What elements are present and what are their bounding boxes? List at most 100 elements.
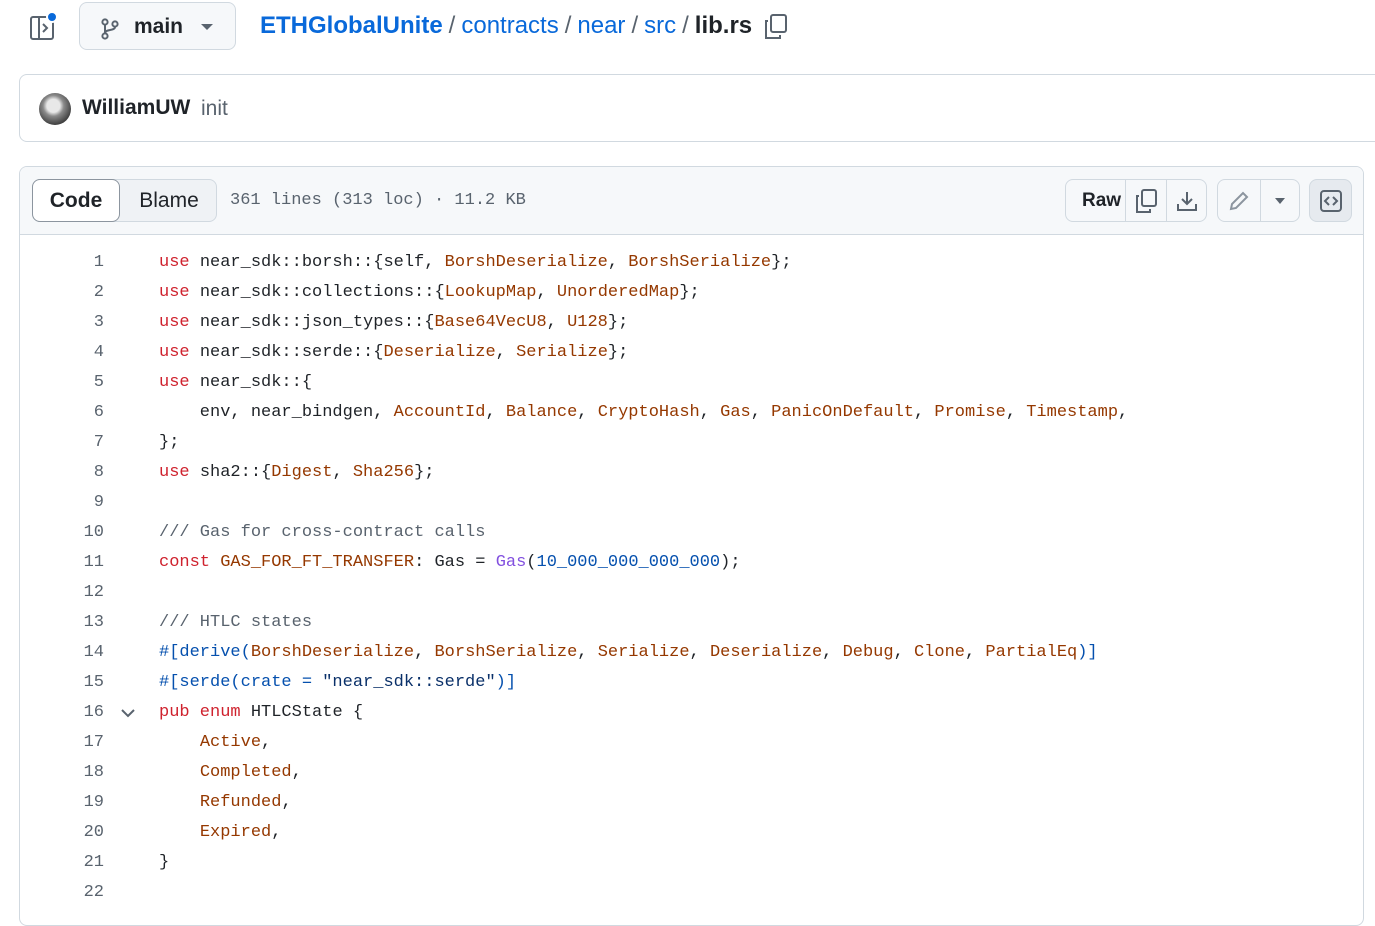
line-content: use sha2::{Digest, Sha256}; [159,458,434,488]
line-number[interactable]: 15 [64,668,104,698]
code-token: } [159,853,170,872]
code-token: BorshDeserialize [444,253,608,272]
code-line: 6 env, near_bindgen, AccountId, Balance,… [20,398,1363,428]
branch-selector-button[interactable]: main [79,2,236,50]
code-token: , [261,733,272,752]
line-number[interactable]: 1 [64,248,104,278]
code-token: , [893,643,914,662]
line-number[interactable]: 4 [64,338,104,368]
code-token: UnorderedMap [556,283,680,302]
code-token: , [332,463,353,482]
line-content: use near_sdk::collections::{LookupMap, U… [159,278,700,308]
line-content: /// Gas for cross-contract calls [159,518,485,548]
line-number[interactable]: 12 [64,578,104,608]
code-token: }; [159,433,180,452]
code-token: Timestamp [1026,403,1119,422]
code-token: , [689,643,710,662]
code-token: near_sdk::{ [199,373,313,392]
tab-blame[interactable]: Blame [121,180,217,221]
line-content: #[serde(crate = "near_sdk::serde")] [159,668,516,698]
line-number[interactable]: 14 [64,638,104,668]
code-token: Debug [842,643,894,662]
sidebar-toggle-button[interactable] [28,11,60,42]
breadcrumb-link-src[interactable]: src [644,12,676,39]
line-number[interactable]: 7 [64,428,104,458]
line-number[interactable]: 10 [64,518,104,548]
line-number[interactable]: 3 [64,308,104,338]
line-number[interactable]: 22 [64,878,104,908]
code-token: , [485,403,506,422]
line-content: use near_sdk::serde::{Deserialize, Seria… [159,338,628,368]
line-number[interactable]: 19 [64,788,104,818]
file-header: Code Blame 361 lines (313 loc) · 11.2 KB… [20,167,1363,235]
code-token: , [822,643,843,662]
code-token: }; [607,313,629,332]
copy-icon [1136,188,1157,213]
download-button[interactable] [1166,180,1206,221]
breadcrumb-link-contracts[interactable]: contracts [461,12,558,39]
line-number[interactable]: 17 [64,728,104,758]
line-content: const GAS_FOR_FT_TRANSFER: Gas = Gas(10_… [159,548,741,578]
avatar[interactable] [39,93,71,125]
breadcrumb-current-file: lib.rs [694,12,753,39]
line-content: use near_sdk::{ [159,368,312,398]
chevron-down-icon[interactable] [120,707,136,719]
code-token: #[derive( [159,643,251,662]
copy-raw-button[interactable] [1125,180,1166,221]
code-token: 10_000_000_000_000 [536,553,721,572]
line-number[interactable]: 2 [64,278,104,308]
code-line: 4 use near_sdk::serde::{Deserialize, Seri… [20,338,1363,368]
breadcrumb-link-near[interactable]: near [577,12,625,39]
commit-message-link[interactable]: init [201,97,228,121]
line-content: pub enum HTLCState { [159,698,363,728]
breadcrumb-separator: / [682,12,689,39]
edit-file-button[interactable] [1218,180,1260,221]
code-token: pub enum [159,703,251,722]
code-token: use [159,463,200,482]
line-number[interactable]: 6 [64,398,104,428]
code-line: 9 [20,488,1363,518]
code-line: 10 /// Gas for cross-contract calls [20,518,1363,548]
code-line: 2 use near_sdk::collections::{LookupMap, … [20,278,1363,308]
tab-code[interactable]: Code [32,179,120,222]
code-token: , [913,403,935,422]
line-number[interactable]: 9 [64,488,104,518]
copy-path-button[interactable] [763,13,789,46]
code-token: ); [720,553,741,572]
line-content: /// HTLC states [159,608,312,638]
download-icon [1176,191,1197,211]
pencil-icon [1229,191,1249,210]
code-token: Deserialize [709,643,823,662]
line-number[interactable]: 21 [64,848,104,878]
raw-button[interactable]: Raw [1066,180,1125,221]
line-number[interactable]: 13 [64,608,104,638]
code-token: use [159,253,200,272]
edit-options-dropdown[interactable] [1260,180,1299,221]
code-token: /// Gas for cross-contract calls [159,523,486,542]
code-token: AccountId [393,403,486,422]
code-token: Gas [720,403,751,422]
line-number[interactable]: 8 [64,458,104,488]
line-number[interactable]: 18 [64,758,104,788]
code-token: Balance [505,403,578,422]
code-token: Base64VecU8 [434,313,547,332]
line-number[interactable]: 11 [64,548,104,578]
line-number[interactable]: 5 [64,368,104,398]
line-number[interactable]: 16 [64,698,104,728]
symbols-panel-button[interactable] [1309,179,1352,222]
code-token: , [607,253,629,272]
code-token: , [699,403,721,422]
code-token: Sha256 [352,463,415,482]
commit-author-link[interactable]: WilliamUW [82,96,190,120]
code-token: Serialize [597,643,690,662]
code-token: env, near_bindgen, [159,403,394,422]
line-content: env, near_bindgen, AccountId, Balance, C… [159,398,1128,428]
code-token: }; [679,283,700,302]
top-bar: main ETHGlobalUnite / contracts / near / src / l… [0,0,1375,56]
line-number[interactable]: 20 [64,818,104,848]
code-token: use [159,373,200,392]
breadcrumb-repo-link[interactable]: ETHGlobalUnite [260,12,443,39]
